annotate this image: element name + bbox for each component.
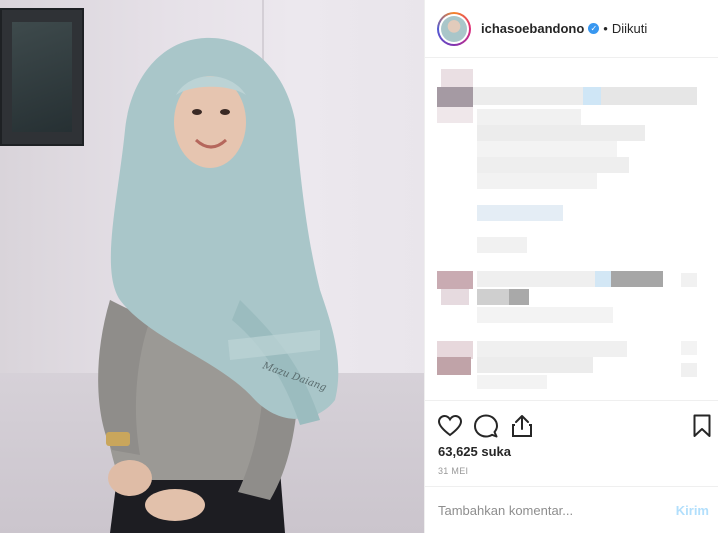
like-count[interactable]: 63,625 suka [438,444,511,459]
woman-figure: Mazu Daiang [98,37,339,533]
verified-badge-icon: ✓ [588,23,600,34]
post-comment-button[interactable]: Kirim [676,503,709,518]
comment-bubble-icon[interactable] [473,413,499,439]
post-header: ichasoebandono ✓ • Diikuti [425,0,718,58]
comment-input[interactable] [438,502,676,518]
username-link[interactable]: ichasoebandono [481,21,584,36]
post-date[interactable]: 31 MEI [438,466,468,476]
avatar-image [441,15,467,42]
comments-list [425,59,718,399]
share-icon[interactable] [509,413,535,439]
bookmark-icon[interactable] [689,413,715,439]
add-comment-bar: Kirim [425,486,718,533]
heart-icon[interactable] [437,413,463,439]
avatar[interactable] [437,11,471,46]
header-separator: • [603,21,608,36]
post-photo: Mazu Daiang [0,0,424,533]
post-sidebar: ichasoebandono ✓ • Diikuti 63,625 suka 3… [424,0,718,533]
follow-status-button[interactable]: Diikuti [612,21,647,36]
post-actions [425,400,718,448]
comment-avatar-blur [441,69,473,89]
